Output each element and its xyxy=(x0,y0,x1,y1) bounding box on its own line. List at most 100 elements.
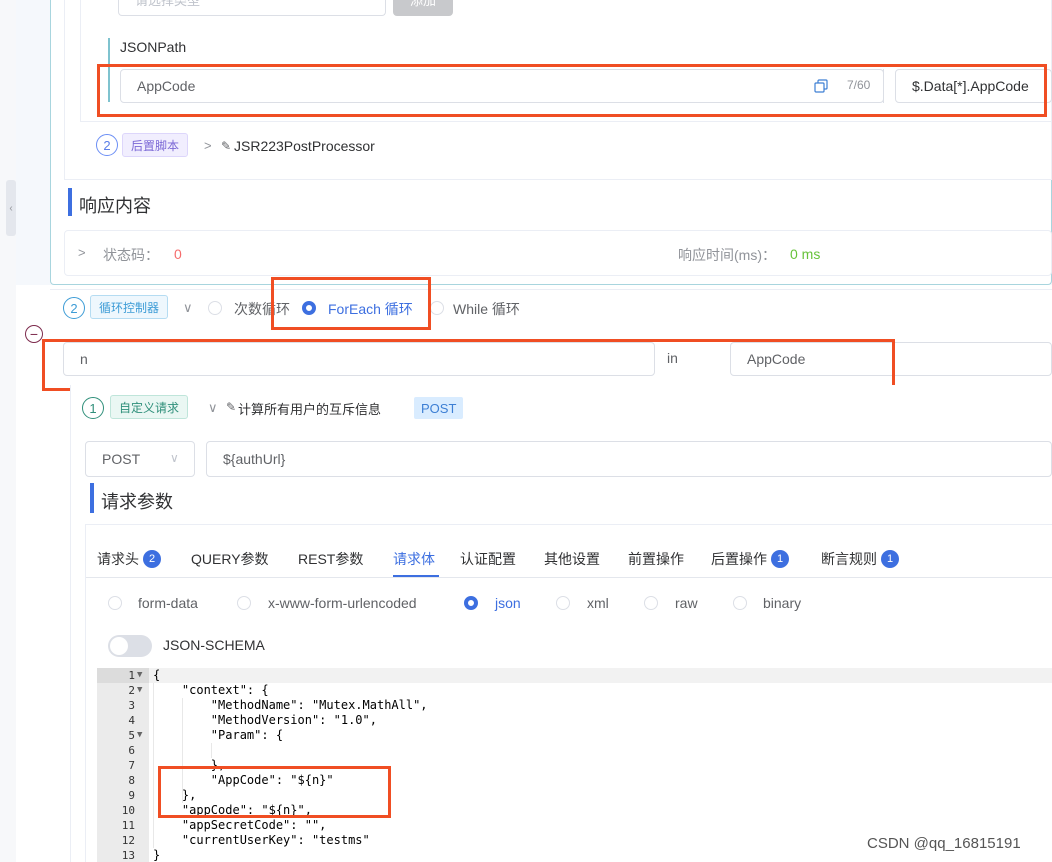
status-code-label: 状态码： xyxy=(103,247,159,263)
response-status-card[interactable] xyxy=(64,230,1052,276)
status-code-value: 0 xyxy=(174,246,182,262)
fold-toggle-icon[interactable]: ▼ xyxy=(137,668,142,683)
post-script-tag-label: 后置脚本 xyxy=(131,138,180,153)
body-type-xml[interactable]: xml xyxy=(587,595,609,611)
edit-icon[interactable]: ✎ xyxy=(221,139,231,153)
tab-pre-operations[interactable]: 前置操作 xyxy=(628,549,684,569)
response-time-label: 响应时间(ms)： xyxy=(678,247,776,263)
tab-label: 其他设置 xyxy=(544,551,600,567)
code-line: "context": { xyxy=(153,683,269,697)
line-number: 6 xyxy=(128,744,135,757)
line-number: 1 xyxy=(128,669,135,682)
radio-count-loop[interactable] xyxy=(208,301,222,315)
highlight-box-foreach-row xyxy=(42,339,895,391)
type-select[interactable]: 请选择类型 xyxy=(118,0,386,16)
post-script-tag: 后置脚本 xyxy=(122,133,189,157)
chevron-down-icon[interactable]: ∨ xyxy=(183,300,193,316)
chevron-right-icon[interactable]: > xyxy=(78,245,86,260)
radio-while-loop-label[interactable]: While 循环 xyxy=(453,299,520,319)
chevron-left-icon: ‹ xyxy=(9,202,13,214)
tab-auth-config[interactable]: 认证配置 xyxy=(460,549,516,569)
jsonpath-label: JSONPath xyxy=(120,39,187,55)
add-button-label: 添加 xyxy=(409,0,436,8)
tab-assertions[interactable]: 断言规则 1 xyxy=(821,549,899,569)
fold-toggle-icon[interactable]: ▼ xyxy=(137,728,142,743)
method-badge: POST xyxy=(414,397,464,419)
tab-headers[interactable]: 请求头 2 xyxy=(97,549,161,569)
highlight-box-jsonpath xyxy=(97,64,1047,117)
line-number: 9 xyxy=(128,789,135,802)
tab-count-badge: 1 xyxy=(771,550,789,568)
tab-query-params[interactable]: QUERY参数 xyxy=(191,549,269,569)
tab-post-operations[interactable]: 后置操作 1 xyxy=(711,549,789,569)
tab-label: 请求体 xyxy=(393,551,435,567)
chevron-down-icon[interactable]: ∨ xyxy=(208,400,218,416)
request-step-number: 1 xyxy=(82,397,104,419)
code-line: "MethodVersion": "1.0", xyxy=(153,713,377,727)
chevron-down-icon[interactable]: ∨ xyxy=(170,451,179,465)
body-type-json[interactable]: json xyxy=(495,595,521,611)
indent-guide xyxy=(211,743,212,758)
body-type-raw[interactable]: raw xyxy=(675,595,698,611)
code-line: "appSecretCode": "", xyxy=(153,818,327,832)
body-type-form-data[interactable]: form-data xyxy=(138,595,198,611)
radio-urlencoded[interactable] xyxy=(237,596,251,610)
edit-icon[interactable]: ✎ xyxy=(226,400,236,414)
tab-label: QUERY参数 xyxy=(191,551,269,567)
tab-label: 请求头 xyxy=(97,551,139,567)
chevron-right-icon[interactable]: > xyxy=(204,138,212,153)
post-processor-name: JSR223PostProcessor xyxy=(234,138,375,154)
tabs-divider xyxy=(86,577,1052,578)
active-tab-indicator xyxy=(393,575,439,577)
line-number: 2 xyxy=(128,684,135,697)
line-number: 5 xyxy=(128,729,135,742)
custom-request-tag: 自定义请求 xyxy=(110,395,189,419)
line-number: 12 xyxy=(121,834,135,847)
tab-label: REST参数 xyxy=(298,551,364,567)
tab-other-settings[interactable]: 其他设置 xyxy=(544,549,600,569)
line-number: 11 xyxy=(121,819,135,832)
line-number: 4 xyxy=(128,714,135,727)
fold-toggle-icon[interactable]: ▼ xyxy=(137,683,142,698)
radio-json[interactable] xyxy=(464,596,478,610)
collapse-minus-icon[interactable]: − xyxy=(25,325,43,343)
add-button[interactable]: 添加 xyxy=(393,0,453,16)
tab-request-body[interactable]: 请求体 xyxy=(393,549,435,569)
tab-count-badge: 2 xyxy=(143,550,161,568)
code-line: { xyxy=(153,668,161,682)
tab-rest-params[interactable]: REST参数 xyxy=(298,549,363,569)
line-number: 3 xyxy=(128,699,135,712)
custom-request-tag-label: 自定义请求 xyxy=(119,400,180,415)
code-line: "MethodName": "Mutex.MathAll", xyxy=(153,698,428,712)
body-type-binary[interactable]: binary xyxy=(763,595,801,611)
code-line: "Param": { xyxy=(153,728,284,742)
loop-controller-tag: 循环控制器 xyxy=(90,295,169,319)
tab-count-badge: 1 xyxy=(881,550,899,568)
radio-binary[interactable] xyxy=(733,596,747,610)
body-type-urlencoded[interactable]: x-www-form-urlencoded xyxy=(268,595,417,611)
code-line: "currentUserKey": "testms" xyxy=(153,833,370,847)
radio-while-loop[interactable] xyxy=(430,301,444,315)
post-step-number: 2 xyxy=(96,134,118,156)
tab-label: 后置操作 xyxy=(711,551,767,567)
radio-xml[interactable] xyxy=(556,596,570,610)
radio-raw[interactable] xyxy=(644,596,658,610)
highlight-box-code xyxy=(158,766,391,818)
editor-active-line xyxy=(97,668,1052,683)
collapse-handle[interactable]: ‹ xyxy=(6,180,16,236)
loop-controller-tag-label: 循环控制器 xyxy=(99,300,160,315)
loop-step-number: 2 xyxy=(63,297,85,319)
watermark: CSDN @qq_16815191 xyxy=(867,835,1021,852)
response-time-value: 0 ms xyxy=(790,246,821,262)
code-line: } xyxy=(153,848,161,862)
radio-form-data[interactable] xyxy=(108,596,122,610)
url-value: ${authUrl} xyxy=(223,451,286,467)
params-title: 请求参数 xyxy=(101,492,173,512)
request-name: 计算所有用户的互斥信息 xyxy=(238,402,382,417)
switch-knob xyxy=(110,637,128,655)
method-select-value: POST xyxy=(102,451,141,467)
url-input[interactable]: ${authUrl} xyxy=(206,441,1052,477)
tab-label: 认证配置 xyxy=(460,551,516,567)
type-select-placeholder: 请选择类型 xyxy=(135,0,201,8)
highlight-box-foreach xyxy=(271,277,431,330)
